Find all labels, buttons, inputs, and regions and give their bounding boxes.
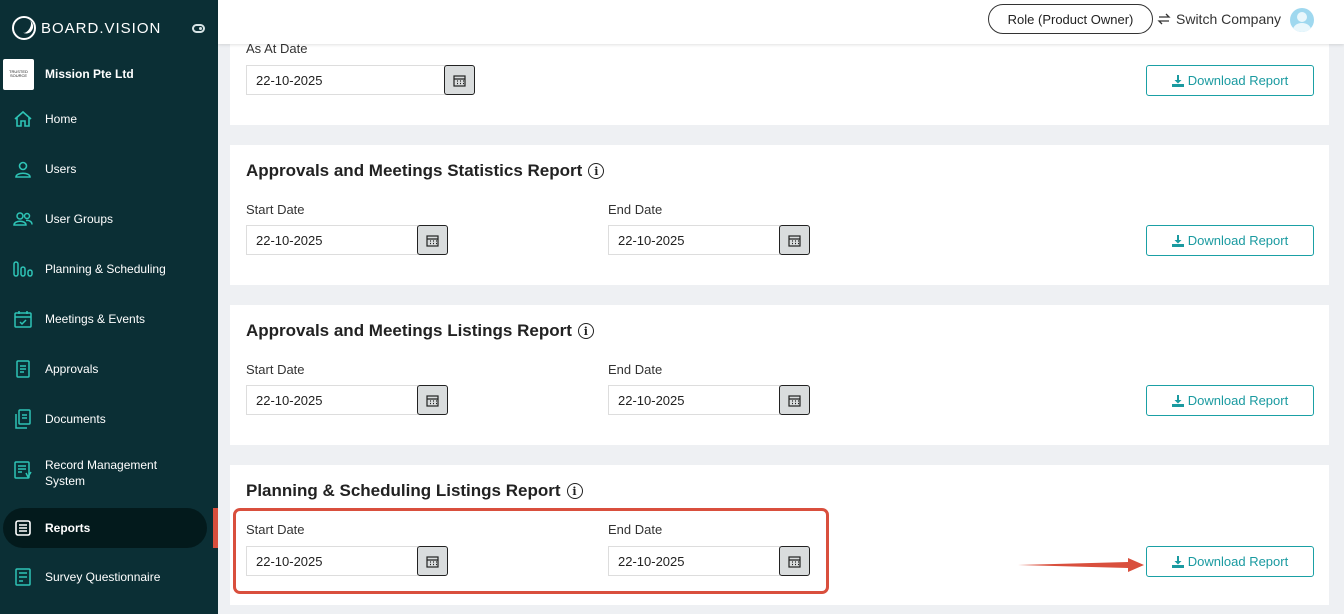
sidebar-item-meetings[interactable]: Meetings & Events (3, 299, 207, 339)
calendar-icon (453, 74, 466, 87)
download-report-label: Download Report (1187, 393, 1289, 408)
sidebar-item-label: Survey Questionnaire (45, 570, 161, 584)
calendar-check-icon (14, 311, 32, 328)
planning-icon (13, 261, 33, 277)
sidebar-item-survey[interactable]: Survey Questionnaire (3, 557, 207, 597)
sidebar: BOARD.VISION TRUSTED SOURCE Mission Pte … (0, 0, 218, 614)
sidebar-item-home[interactable]: Home (3, 99, 207, 139)
calendar-icon (426, 234, 439, 247)
sidebar-item-label: User Groups (45, 212, 114, 226)
sidebar-item-label: Approvals (45, 362, 99, 376)
record-management-icon (14, 461, 32, 479)
download-report-label: Download Report (1187, 73, 1289, 88)
report-card-statistics: Approvals and Meetings Statistics Report… (230, 145, 1329, 285)
user-avatar[interactable] (1290, 8, 1314, 32)
end-date-input[interactable]: 22-10-2025 (608, 225, 780, 255)
sidebar-item-label: Users (45, 162, 77, 176)
report-title: Approvals and Meetings Statistics Report… (246, 161, 605, 181)
start-date-input[interactable]: 22-10-2025 (246, 385, 418, 415)
sidebar-item-record-management[interactable]: Record Management System (3, 452, 207, 492)
end-date-input[interactable]: 22-10-2025 (608, 385, 780, 415)
switch-company-button[interactable]: Switch Company (1157, 11, 1281, 27)
info-icon[interactable]: i (588, 163, 605, 179)
sidebar-item-reports[interactable]: Reports (3, 508, 207, 548)
download-report-label: Download Report (1187, 554, 1289, 569)
role-button[interactable]: Role (Product Owner) (988, 4, 1153, 34)
download-icon (1171, 555, 1184, 568)
top-bar: Role (Product Owner) Switch Company (218, 0, 1344, 44)
sidebar-item-label: Documents (45, 412, 106, 426)
board-vision-logo-icon (12, 16, 36, 40)
info-icon[interactable]: i (577, 323, 594, 339)
sidebar-item-label: Home (45, 112, 78, 126)
home-icon (14, 110, 32, 127)
download-icon (1171, 394, 1184, 407)
company-logo: TRUSTED SOURCE (3, 58, 34, 90)
user-icon (15, 161, 31, 178)
switch-arrows-icon (1157, 13, 1171, 25)
sidebar-item-users[interactable]: Users (3, 149, 207, 189)
reports-icon (15, 520, 31, 536)
download-report-button[interactable]: Download Report (1146, 385, 1314, 416)
arrow-annotation-icon (1018, 558, 1144, 572)
calendar-icon (788, 394, 801, 407)
start-date-input[interactable]: 22-10-2025 (246, 225, 418, 255)
sidebar-item-label: Reports (45, 521, 91, 535)
sidebar-item-documents[interactable]: Documents (3, 399, 207, 439)
download-icon (1171, 74, 1184, 87)
sidebar-item-label: Planning & Scheduling (45, 262, 166, 276)
sidebar-item-user-groups[interactable]: User Groups (3, 199, 207, 239)
download-report-label: Download Report (1187, 233, 1289, 248)
report-card-listings: Approvals and Meetings Listings Report i… (230, 305, 1329, 445)
download-report-button[interactable]: Download Report (1146, 65, 1314, 96)
documents-icon (15, 409, 31, 429)
calendar-icon (788, 234, 801, 247)
start-date-label: Start Date (246, 362, 305, 377)
calendar-button[interactable] (444, 65, 475, 95)
end-date-label: End Date (608, 362, 663, 377)
download-report-button[interactable]: Download Report (1146, 225, 1314, 256)
report-title: Approvals and Meetings Listings Report i (246, 321, 594, 341)
company-name: Mission Pte Ltd (45, 67, 134, 81)
user-group-icon (13, 212, 33, 226)
highlight-annotation (233, 508, 829, 594)
end-calendar-button[interactable] (779, 385, 810, 415)
as-at-date-input[interactable]: 22-10-2025 (246, 65, 446, 95)
brand-name: BOARD.VISION (41, 19, 162, 37)
report-card-as-at: As At Date 22-10-2025 Download Report (230, 30, 1329, 125)
sidebar-item-label: Meetings & Events (45, 312, 146, 326)
report-title-text: Planning & Scheduling Listings Report (246, 481, 561, 500)
report-title-text: Approvals and Meetings Listings Report (246, 321, 572, 340)
sidebar-item-planning[interactable]: Planning & Scheduling (3, 249, 207, 289)
sidebar-item-approvals[interactable]: Approvals (3, 349, 207, 389)
calendar-icon (426, 394, 439, 407)
download-icon (1171, 234, 1184, 247)
active-indicator (213, 508, 218, 548)
company-selector[interactable]: TRUSTED SOURCE Mission Pte Ltd (3, 58, 215, 90)
end-date-label: End Date (608, 202, 663, 217)
switch-company-label: Switch Company (1176, 11, 1282, 27)
brand[interactable]: BOARD.VISION (12, 16, 161, 40)
start-calendar-button[interactable] (417, 225, 448, 255)
approval-document-icon (16, 360, 30, 378)
report-title: Planning & Scheduling Listings Report i (246, 481, 583, 501)
download-report-button[interactable]: Download Report (1146, 546, 1314, 577)
survey-icon (15, 568, 31, 586)
start-date-label: Start Date (246, 202, 305, 217)
report-title-text: Approvals and Meetings Statistics Report (246, 161, 583, 180)
info-icon[interactable]: i (566, 483, 583, 499)
start-calendar-button[interactable] (417, 385, 448, 415)
sidebar-toggle-icon[interactable] (192, 24, 205, 33)
sidebar-item-label: Record Management System (45, 458, 158, 488)
end-calendar-button[interactable] (779, 225, 810, 255)
